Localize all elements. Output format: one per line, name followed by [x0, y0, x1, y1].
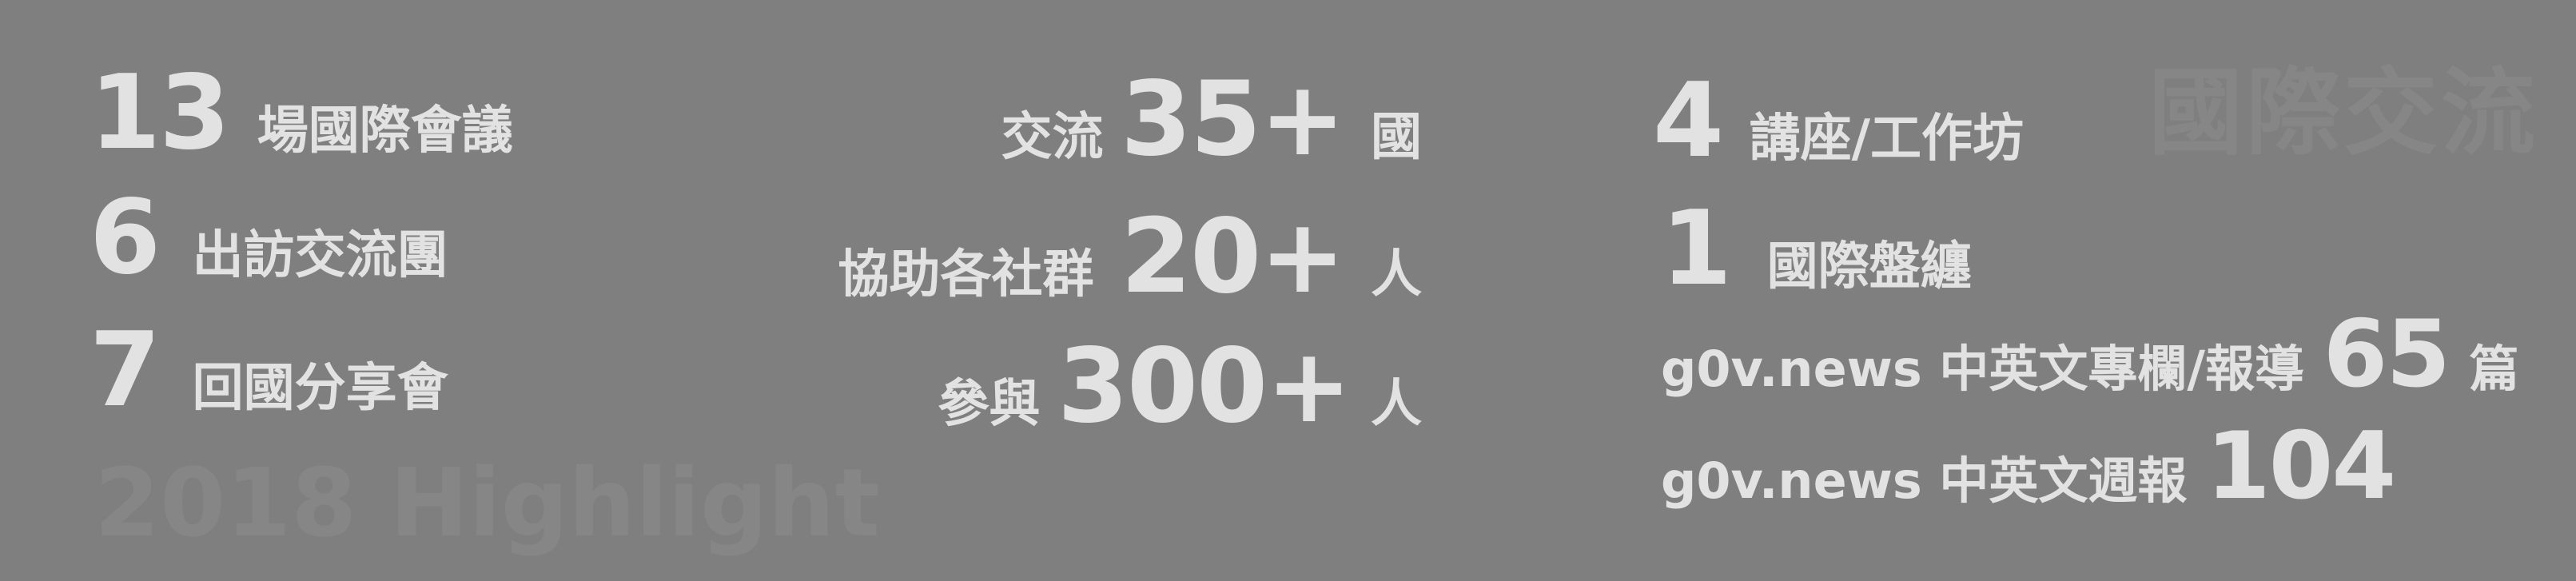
- stat-label: 出訪交流團: [192, 226, 448, 285]
- stat-prefix: 交流: [1001, 108, 1104, 167]
- stat-travel-fund: 1 國際盤纏: [1661, 198, 1972, 300]
- stat-value: 300+: [1057, 327, 1352, 446]
- stat-value: 35+: [1121, 60, 1345, 179]
- stat-value: 104: [2205, 412, 2396, 520]
- stat-sharing-sessions: 7 回國分享會: [90, 320, 448, 422]
- stat-participants: 參與 300+ 人: [938, 336, 1422, 438]
- ghost-year-title: 2018 Highlight: [94, 448, 880, 558]
- stat-label: 國際盤纏: [1766, 237, 1972, 296]
- ghost-section-title: 國際交流: [2148, 58, 2539, 168]
- stat-label: 場國際會議: [257, 101, 513, 161]
- stat-international-conferences: 13 場國際會議: [90, 62, 513, 165]
- stat-news-columns: g0v.news 中英文專欄/報導 65 篇: [1661, 308, 2519, 401]
- stat-value: 6: [90, 178, 161, 297]
- stat-value: 7: [90, 311, 161, 430]
- stat-news-weekly: g0v.news 中英文週報 104: [1661, 420, 2396, 513]
- stat-suffix: 人: [1371, 375, 1422, 434]
- stat-value: 4: [1653, 62, 1724, 181]
- stat-prefix: g0v.news 中英文週報: [1661, 452, 2188, 510]
- stat-prefix: g0v.news 中英文專欄/報導: [1661, 340, 2305, 398]
- stat-value: 20+: [1121, 197, 1345, 316]
- stat-value: 1: [1661, 189, 1732, 308]
- stat-suffix: 篇: [2469, 340, 2519, 398]
- stat-value: 65: [2323, 300, 2451, 408]
- stat-suffix: 國: [1371, 108, 1422, 167]
- stat-suffix: 人: [1371, 245, 1422, 304]
- stat-value: 13: [90, 54, 230, 173]
- stat-prefix: 協助各社群: [838, 245, 1094, 304]
- stat-label: 回國分享會: [192, 359, 448, 418]
- stat-label: 講座/工作坊: [1749, 109, 2025, 169]
- stat-prefix: 參與: [938, 375, 1041, 434]
- stat-delegations: 6 出訪交流團: [90, 187, 448, 289]
- stat-countries: 交流 35+ 國: [1001, 69, 1422, 171]
- stat-workshops: 4 講座/工作坊: [1653, 70, 2024, 173]
- stat-community-help: 協助各社群 20+ 人: [838, 206, 1422, 308]
